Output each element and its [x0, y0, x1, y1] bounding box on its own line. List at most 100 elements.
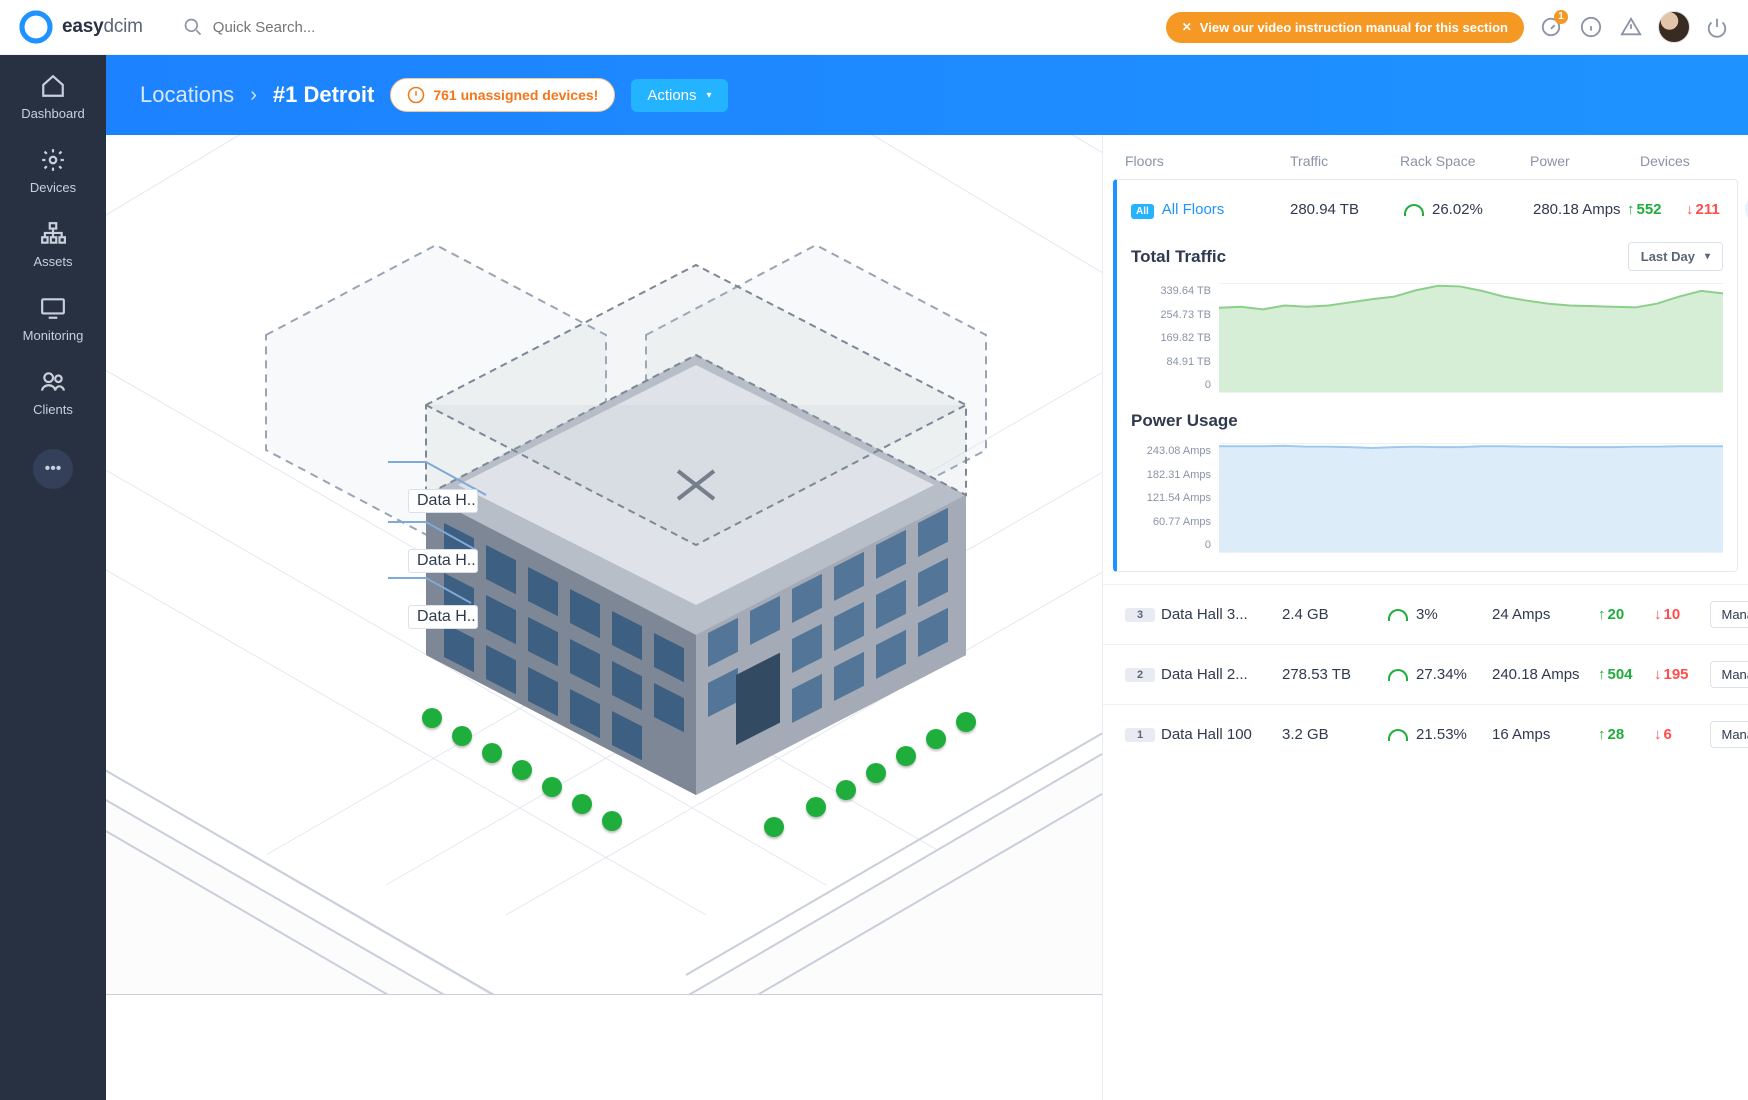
panel-headers: Floors Traffic Rack Space Power Devices [1103, 135, 1748, 179]
floor-power: 24 Amps [1492, 606, 1592, 623]
nav-label: Assets [33, 254, 72, 269]
nav-assets[interactable]: Assets [0, 221, 106, 269]
nav-clients[interactable]: Clients [0, 369, 106, 417]
brand-logo[interactable]: easydcim [18, 9, 143, 45]
power-icon[interactable] [1704, 14, 1730, 40]
all-label: All Floors [1162, 201, 1225, 218]
all-dev-down: 211 [1686, 201, 1741, 218]
gear-icon [40, 147, 66, 173]
building-illustration [106, 135, 1103, 995]
ytick: 0 [1205, 379, 1211, 391]
floors-panel: Floors Traffic Rack Space Power Devices … [1103, 135, 1748, 1100]
all-floors-card: AllAll Floors 280.94 TB 26.02% 280.18 Am… [1113, 179, 1738, 572]
timer-icon[interactable]: 1 [1538, 14, 1564, 40]
nav-devices[interactable]: Devices [0, 147, 106, 195]
users-icon [40, 369, 66, 395]
hdr-rack: Rack Space [1400, 153, 1530, 169]
logo-icon [18, 9, 54, 45]
floor-rack: 27.34% [1416, 666, 1486, 683]
help-banner[interactable]: ✕ View our video instruction manual for … [1166, 12, 1524, 43]
actions-button[interactable]: Actions ▾ [631, 79, 727, 112]
tree-marker [806, 797, 826, 817]
traffic-area [1219, 283, 1723, 393]
floor-name[interactable]: Data Hall 3... [1161, 606, 1276, 623]
time-range-select[interactable]: Last Day ▾ [1628, 242, 1723, 271]
location-3d-view[interactable]: Data H... Data H... Data H... [106, 135, 1103, 1100]
floor-num: 2 [1125, 668, 1155, 682]
floor-down: 195 [1654, 666, 1704, 683]
ytick: 339.64 TB [1160, 285, 1211, 297]
tree-marker [512, 760, 532, 780]
nav-label: Clients [33, 402, 73, 417]
tree-marker [956, 712, 976, 732]
floor-label-3[interactable]: Data H... [408, 489, 478, 513]
ytick: 84.91 TB [1167, 356, 1211, 368]
tree-marker [482, 743, 502, 763]
notif-badge: 1 [1554, 10, 1568, 24]
gauge-icon [1388, 669, 1408, 681]
nav-label: Dashboard [21, 106, 85, 121]
home-icon [40, 73, 66, 99]
tree-marker [602, 811, 622, 831]
floor-name[interactable]: Data Hall 2... [1161, 666, 1276, 683]
hdr-floors: Floors [1125, 153, 1290, 169]
floor-up: 20 [1598, 606, 1648, 623]
power-area [1219, 443, 1723, 553]
tree-marker [422, 708, 442, 728]
floor-label-2[interactable]: Data H... [408, 549, 478, 573]
floor-traffic: 2.4 GB [1282, 606, 1382, 623]
search-input[interactable] [213, 19, 513, 36]
global-search[interactable] [183, 17, 513, 37]
floor-rack: 21.53% [1416, 726, 1486, 743]
floor-up: 28 [1598, 726, 1648, 743]
floor-up: 504 [1598, 666, 1648, 683]
floor-traffic: 3.2 GB [1282, 726, 1382, 743]
brand-name: easydcim [62, 16, 143, 38]
power-chart: 243.08 Amps 182.31 Amps 121.54 Amps 60.7… [1131, 443, 1723, 553]
actions-label: Actions [647, 87, 696, 104]
floor-row: 3 Data Hall 3... 2.4 GB 3% 24 Amps 20 10… [1103, 584, 1748, 644]
chevron-down-icon: ▾ [1705, 251, 1710, 262]
search-icon [183, 17, 203, 37]
breadcrumb-root[interactable]: Locations [140, 82, 234, 108]
floor-rack: 3% [1416, 606, 1486, 623]
breadcrumb-current: #1 Detroit [273, 82, 374, 108]
gauge-icon [1388, 729, 1408, 741]
nav-monitoring[interactable]: Monitoring [0, 295, 106, 343]
floor-num: 3 [1125, 608, 1155, 622]
tree-marker [572, 794, 592, 814]
hdr-power: Power [1530, 153, 1640, 169]
nav-label: Monitoring [23, 328, 84, 343]
unassigned-warning[interactable]: 761 unassigned devices! [390, 78, 615, 112]
nav-dashboard[interactable]: Dashboard [0, 73, 106, 121]
hdr-traffic: Traffic [1290, 153, 1400, 169]
ytick: 60.77 Amps [1153, 516, 1211, 528]
floor-label-1[interactable]: Data H... [408, 605, 478, 629]
traffic-chart-title: Total Traffic [1131, 247, 1226, 267]
floor-name[interactable]: Data Hall 100 [1161, 726, 1276, 743]
all-floors-link[interactable]: AllAll Floors [1131, 201, 1286, 218]
traffic-chart: 339.64 TB 254.73 TB 169.82 TB 84.91 TB 0 [1131, 283, 1723, 393]
hdr-devices: Devices [1640, 153, 1726, 169]
user-avatar[interactable] [1658, 11, 1690, 43]
info-icon[interactable] [1578, 14, 1604, 40]
alert-icon [407, 86, 425, 104]
breadcrumb-bar: Locations › #1 Detroit 761 unassigned de… [106, 55, 1748, 135]
close-icon[interactable]: ✕ [1182, 20, 1192, 34]
manage-button[interactable]: Manage [1710, 661, 1748, 688]
floor-traffic: 278.53 TB [1282, 666, 1382, 683]
all-power: 280.18 Amps [1533, 201, 1623, 218]
chevron-down-icon: ▾ [707, 90, 712, 101]
warning-icon[interactable] [1618, 14, 1644, 40]
all-rack: 26.02% [1404, 201, 1529, 218]
dots-icon: ••• [45, 460, 62, 478]
floor-row: 1 Data Hall 100 3.2 GB 21.53% 16 Amps 28… [1103, 704, 1748, 764]
floor-down: 6 [1654, 726, 1704, 743]
manage-button[interactable]: Manage [1710, 601, 1748, 628]
floor-power: 240.18 Amps [1492, 666, 1592, 683]
nav-more[interactable]: ••• [33, 449, 73, 489]
manage-button[interactable]: Manage [1710, 721, 1748, 748]
chevron-right-icon: › [250, 84, 257, 107]
monitor-icon [40, 295, 66, 321]
ytick: 254.73 TB [1160, 309, 1211, 321]
